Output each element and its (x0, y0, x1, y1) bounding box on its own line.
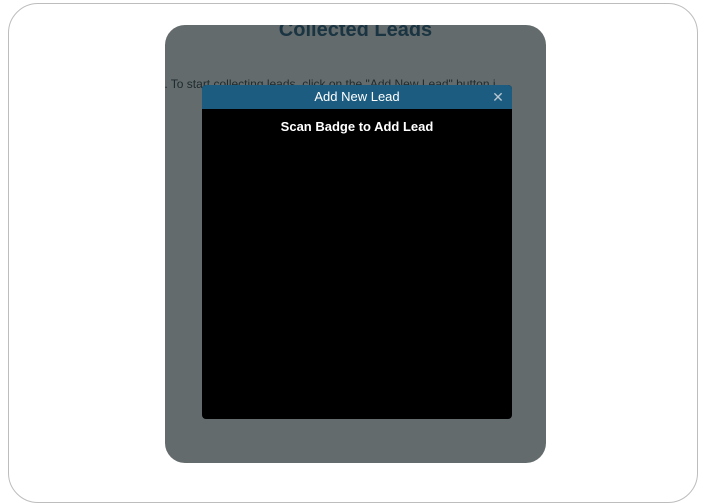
page-title: Collected Leads (278, 25, 433, 41)
scanner-view[interactable]: Scan Badge to Add Lead (202, 109, 512, 134)
modal-title: Add New Lead (314, 89, 400, 104)
modal-header: Add New Lead ✕ (202, 85, 512, 109)
scan-instruction: Scan Badge to Add Lead (280, 119, 434, 134)
add-lead-modal: Add New Lead ✕ Scan Badge to Add Lead (202, 85, 512, 419)
close-icon[interactable]: ✕ (491, 85, 505, 109)
